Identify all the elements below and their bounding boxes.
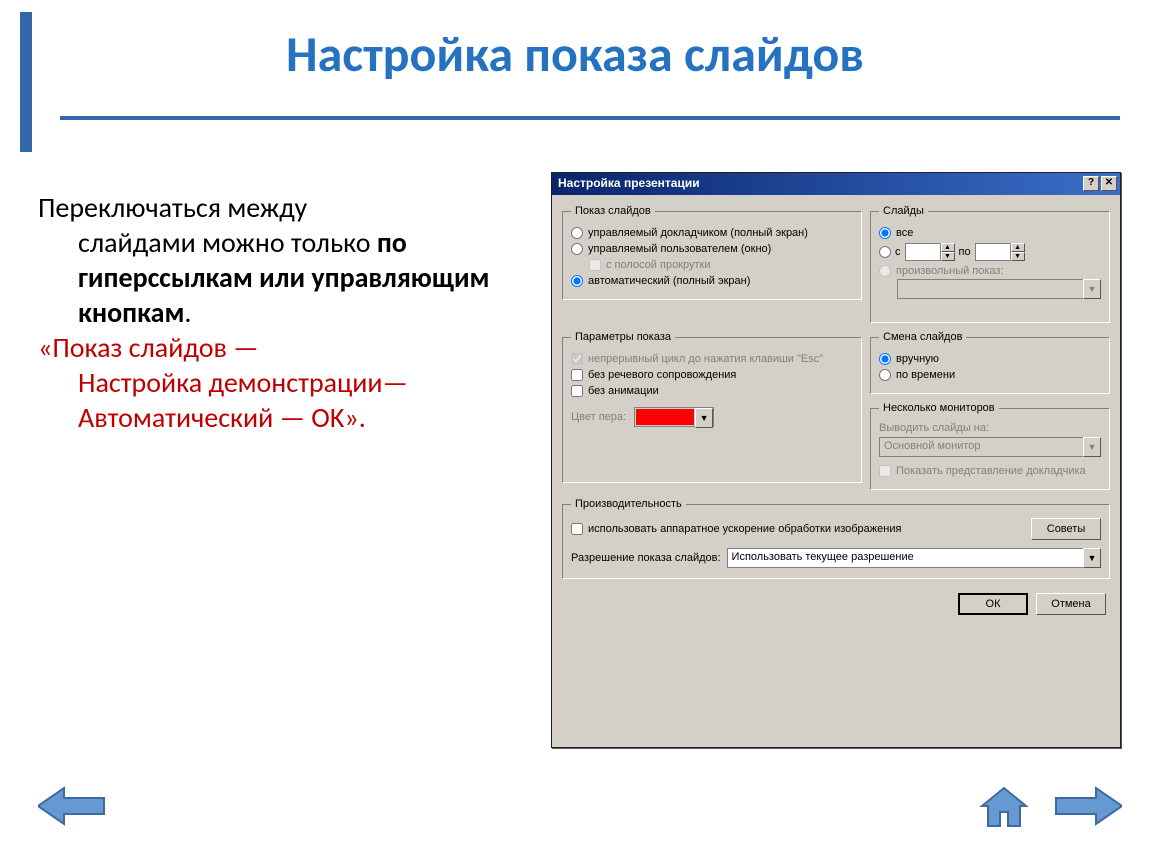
slide-frame: Настройка показа слайдов Переключаться м…: [0, 0, 1150, 864]
body-red-a: «Показ слайдов —: [38, 330, 259, 365]
radio-slides-all[interactable]: [879, 227, 891, 239]
combo-custom-show-field: [897, 279, 1083, 299]
radio-auto-label: автоматический (полный экран): [588, 275, 750, 287]
nav-prev-button[interactable]: [38, 786, 106, 826]
combo-monitor-field: Основной монитор: [879, 437, 1083, 457]
label-from: с: [895, 246, 901, 258]
body-line1-rest: слайдами можно только: [78, 225, 377, 260]
group-change: Смена слайдов вручную по времени: [870, 331, 1110, 394]
group-change-legend: Смена слайдов: [879, 331, 966, 343]
dialog-button-row: ОК Отмена: [562, 587, 1110, 615]
input-to[interactable]: [975, 243, 1011, 261]
check-no-animation-label: без анимации: [588, 385, 659, 397]
combo-custom-show: ▼: [897, 279, 1101, 299]
pen-color-swatch[interactable]: ▼: [634, 407, 714, 427]
tips-button[interactable]: Советы: [1031, 518, 1101, 540]
settings-dialog: Настройка презентации ? ✕ Показ слайдов …: [551, 172, 1121, 748]
radio-auto[interactable]: [571, 275, 583, 287]
home-icon: [978, 782, 1030, 830]
body-red-b: Настройка демонстрации—Автоматический — …: [38, 365, 528, 435]
combo-custom-show-btn: ▼: [1083, 279, 1101, 299]
check-no-narration-label: без речевого сопровождения: [588, 369, 736, 381]
radio-slides-all-label: все: [896, 227, 913, 239]
group-slides: Слайды все с ▲▼ по ▲▼ произвольный показ…: [870, 205, 1110, 323]
cancel-button[interactable]: Отмена: [1036, 593, 1106, 615]
spin-to-down[interactable]: ▼: [1011, 252, 1025, 261]
combo-monitor-btn: ▼: [1083, 437, 1101, 457]
radio-user-label: управляемый пользователем (окно): [588, 243, 771, 255]
spin-from-down[interactable]: ▼: [941, 252, 955, 261]
combo-resolution[interactable]: Использовать текущее разрешение ▼: [727, 548, 1101, 568]
combo-resolution-field: Использовать текущее разрешение: [727, 548, 1083, 568]
radio-manual-label: вручную: [896, 353, 939, 365]
radio-custom-show-label: произвольный показ:: [896, 265, 1004, 277]
check-loop-label: непрерывный цикл до нажатия клавиши "Esc…: [588, 353, 823, 365]
title-underline: [60, 116, 1120, 120]
label-to: по: [959, 246, 971, 258]
page-title: Настройка показа слайдов: [0, 24, 1150, 85]
ok-button[interactable]: ОК: [958, 593, 1028, 615]
body-period: .: [184, 295, 191, 330]
combo-monitor: Основной монитор ▼: [879, 437, 1101, 457]
close-button[interactable]: ✕: [1101, 176, 1117, 191]
dialog-body: Показ слайдов управляемый докладчиком (п…: [552, 195, 1120, 623]
group-perf: Производительность использовать аппаратн…: [562, 498, 1110, 579]
dialog-titlebar[interactable]: Настройка презентации ? ✕: [552, 173, 1120, 195]
check-scrollbar-label: с полосой прокрутки: [606, 259, 710, 271]
help-button[interactable]: ?: [1083, 176, 1099, 191]
body-line1-lead: Переключаться между: [38, 190, 307, 225]
group-monitors: Несколько мониторов Выводить слайды на: …: [870, 402, 1110, 490]
check-loop: [571, 353, 583, 365]
group-slides-legend: Слайды: [879, 205, 928, 217]
input-from[interactable]: [905, 243, 941, 261]
group-show: Показ слайдов управляемый докладчиком (п…: [562, 205, 862, 300]
radio-manual[interactable]: [879, 353, 891, 365]
check-presenter-view-label: Показать представление докладчика: [896, 465, 1086, 477]
group-params: Параметры показа непрерывный цикл до наж…: [562, 331, 862, 483]
resolution-label: Разрешение показа слайдов:: [571, 552, 721, 564]
nav-next-button[interactable]: [1054, 786, 1122, 826]
check-scrollbar: [589, 259, 601, 271]
body-text: Переключаться между слайдами можно тольк…: [38, 190, 528, 435]
radio-presenter-label: управляемый докладчиком (полный экран): [588, 227, 808, 239]
radio-slides-range[interactable]: [879, 246, 891, 258]
arrow-right-icon: [1054, 786, 1122, 826]
group-monitors-legend: Несколько мониторов: [879, 402, 999, 414]
radio-timed[interactable]: [879, 369, 891, 381]
group-perf-legend: Производительность: [571, 498, 686, 510]
radio-timed-label: по времени: [896, 369, 955, 381]
pen-color-label: Цвет пера:: [571, 411, 626, 423]
check-presenter-view: [879, 465, 891, 477]
spin-to-up[interactable]: ▲: [1011, 243, 1025, 252]
arrow-left-icon: [38, 786, 106, 826]
group-show-legend: Показ слайдов: [571, 205, 655, 217]
radio-user[interactable]: [571, 243, 583, 255]
check-no-animation[interactable]: [571, 385, 583, 397]
spin-from-up[interactable]: ▲: [941, 243, 955, 252]
check-hw-accel[interactable]: [571, 523, 583, 535]
check-no-narration[interactable]: [571, 369, 583, 381]
combo-resolution-btn[interactable]: ▼: [1083, 548, 1101, 568]
check-hw-accel-label: использовать аппаратное ускорение обрабо…: [588, 523, 901, 535]
nav-home-button[interactable]: [978, 782, 1030, 830]
radio-custom-show: [879, 265, 891, 277]
radio-presenter[interactable]: [571, 227, 583, 239]
monitors-out-label: Выводить слайды на:: [879, 422, 1101, 434]
group-params-legend: Параметры показа: [571, 331, 675, 343]
pen-color-dropdown-icon[interactable]: ▼: [695, 408, 713, 428]
dialog-title: Настройка презентации: [558, 176, 700, 190]
pen-color-value: [636, 409, 694, 425]
